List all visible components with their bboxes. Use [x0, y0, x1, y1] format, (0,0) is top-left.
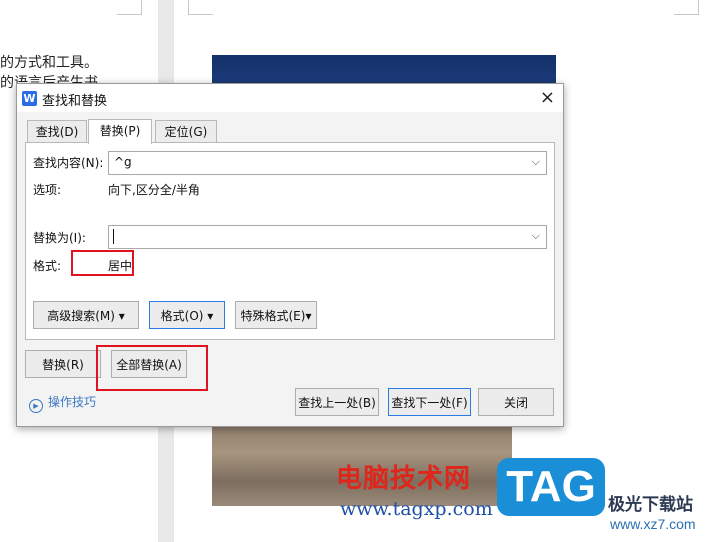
tab-goto[interactable]: 定位(G)	[155, 120, 217, 143]
replace-all-highlight	[96, 345, 208, 391]
text-caret	[113, 229, 114, 244]
tips-link[interactable]: ▶ 操作技巧	[29, 393, 96, 413]
advanced-search-button[interactable]: 高级搜索(M) ▾	[33, 301, 139, 329]
watermark-url: www.tagxp.com	[340, 498, 493, 520]
format-button[interactable]: 格式(O) ▾	[149, 301, 225, 329]
page-corner-mark	[674, 0, 699, 15]
close-icon[interactable]: ×	[540, 87, 555, 108]
tab-find[interactable]: 查找(D)	[27, 120, 87, 143]
replace-button[interactable]: 替换(R)	[25, 350, 101, 378]
find-input[interactable]: ^g ⌵	[108, 151, 547, 175]
find-input-value: ^g	[114, 155, 132, 169]
tab-replace[interactable]: 替换(P)	[88, 119, 152, 144]
special-format-button[interactable]: 特殊格式(E)▾	[235, 301, 317, 329]
find-previous-button[interactable]: 查找上一处(B)	[295, 388, 379, 416]
page-corner-mark	[117, 0, 142, 15]
wps-writer-icon: W	[22, 91, 37, 106]
chevron-down-icon[interactable]: ⌵	[532, 155, 540, 169]
dialog-title: 查找和替换	[42, 94, 108, 109]
replace-input[interactable]: ⌵	[108, 225, 547, 249]
watermark-site-name: 电脑技术网	[336, 464, 472, 494]
chevron-down-icon[interactable]: ⌵	[532, 229, 540, 243]
options-value: 向下,区分全/半角	[108, 183, 200, 197]
replace-tab-panel: 查找内容(N): ^g ⌵ 选项: 向下,区分全/半角 替换为(I): ⌵ 格式…	[25, 142, 555, 340]
options-label: 选项:	[33, 183, 62, 197]
document-text-line: 的方式和工具。	[0, 55, 98, 71]
watermark-brand-url: www.xz7.com	[610, 516, 696, 532]
page-corner-mark	[188, 0, 213, 15]
close-button[interactable]: 关闭	[478, 388, 554, 416]
format-value-highlight	[71, 250, 134, 276]
find-next-button[interactable]: 查找下一处(F)	[388, 388, 471, 416]
tips-label: 操作技巧	[48, 395, 97, 409]
tag-logo-icon: TAG	[497, 458, 605, 516]
format-label: 格式:	[33, 259, 62, 273]
find-label: 查找内容(N):	[33, 156, 104, 170]
replace-label: 替换为(I):	[33, 231, 86, 245]
dialog-titlebar[interactable]: W 查找和替换 ×	[17, 84, 563, 112]
watermark-brand: 极光下载站	[608, 495, 693, 515]
play-circle-icon: ▶	[29, 399, 43, 413]
